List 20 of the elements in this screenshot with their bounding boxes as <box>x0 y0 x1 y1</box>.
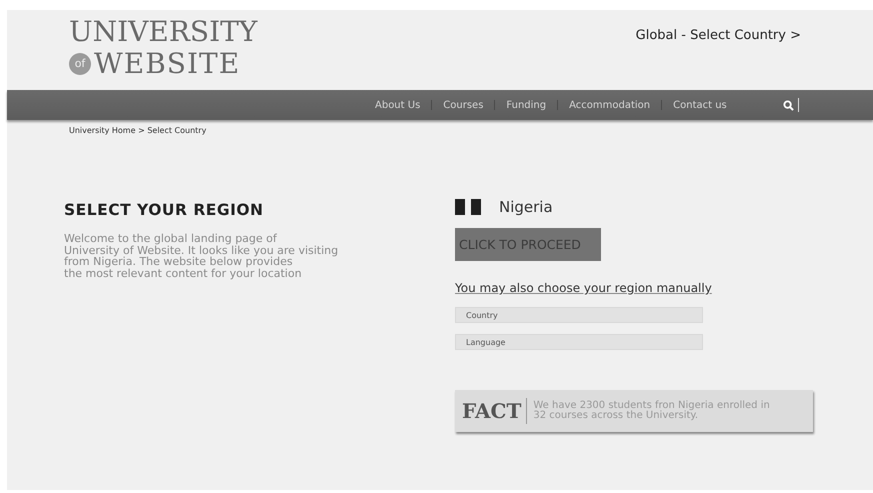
select-field[interactable]: Country <box>455 307 703 323</box>
search-icon[interactable] <box>782 100 794 110</box>
logo-text: UNIVERSITY <box>69 16 258 48</box>
proceed-button[interactable]: CLICK TO PROCEED <box>455 228 601 261</box>
breadcrumb: University Home > Select Country <box>68 125 208 137</box>
nav-link[interactable]: Contact us <box>673 100 727 110</box>
nav-link[interactable]: Accommodation <box>569 100 650 110</box>
logo-text: WEBSITE <box>94 48 240 80</box>
country-select-link[interactable]: Global - Select Country > <box>636 28 801 46</box>
nav-link[interactable]: Funding <box>506 100 546 110</box>
nav-link[interactable]: Courses <box>443 100 484 110</box>
logo-badge: of <box>69 53 91 75</box>
nav-link[interactable]: About Us <box>375 100 420 110</box>
fact-label: FACT <box>462 399 522 423</box>
country-name: Nigeria <box>499 198 553 216</box>
select-field[interactable]: Language <box>455 334 703 350</box>
manual-region-link[interactable]: You may also choose your region manually <box>455 281 712 295</box>
section-title: SELECT YOUR REGION <box>64 201 264 219</box>
intro-text: Welcome to the global landing page of University of Website. It looks like you are visiting from Nigeria. The website below provides the most relevant content for your location <box>64 233 340 279</box>
fact-text: We have 2300 students fron Nigeria enrolled in 32 courses across the University. <box>533 401 770 421</box>
